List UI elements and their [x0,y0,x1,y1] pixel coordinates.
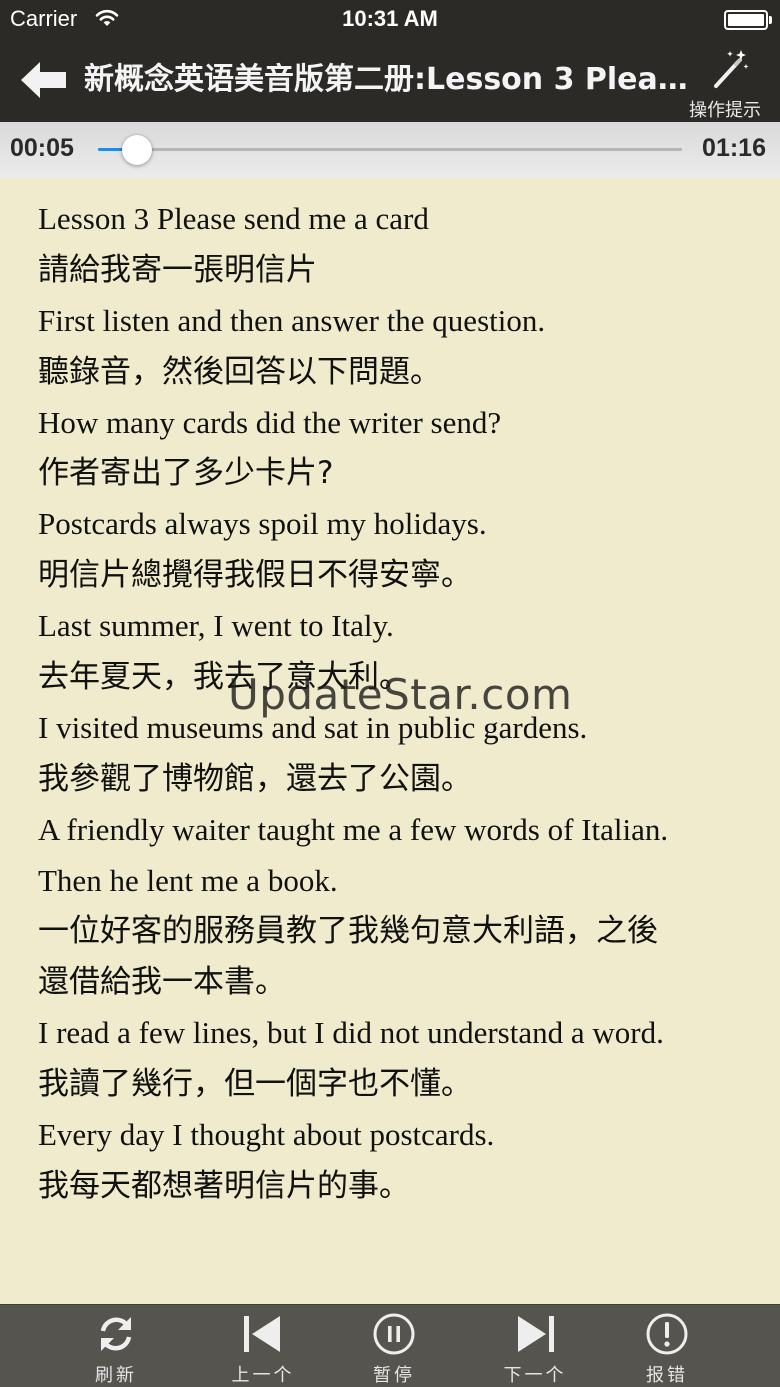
battery-tip [769,16,772,24]
english-line: Then he lent me a book. [38,862,338,898]
pause-button[interactable]: 暂停 [344,1309,444,1386]
player-bar: 00:05 01:16 [0,122,780,178]
english-line: Last summer, I went to Italy. [38,608,394,644]
slider-thumb[interactable] [121,135,152,165]
english-line: Every day I thought about postcards. [38,1117,495,1153]
tips-button[interactable]: 操作提示 [684,46,764,121]
previous-button[interactable]: 上一个 [213,1309,313,1386]
english-line: How many cards did the writer send? [38,404,502,440]
chinese-line: 我讀了幾行，但一個字也不懂。 [38,1066,472,1103]
pause-label: 暂停 [373,1365,415,1386]
chinese-line: 作者寄出了多少卡片? [38,455,334,492]
page-title: 新概念英语美音版第二册:Lesson 3 Please send me a ca… [84,62,696,97]
chinese-line: 聽錄音，然後回答以下問題。 [38,353,441,390]
back-button[interactable] [18,58,70,102]
english-line: A friendly waiter taught me a few words … [38,811,669,847]
status-time: 10:31 AM [342,6,438,31]
chinese-line: 我參觀了博物館，還去了公園。 [38,760,472,797]
navigation-bar: 新概念英语美音版第二册:Lesson 3 Please send me a ca… [0,40,780,122]
battery-icon [724,10,768,30]
english-line: Postcards always spoil my holidays. [38,506,487,542]
chinese-line: 我每天都想著明信片的事。 [38,1167,410,1204]
skip-next-icon [518,1316,554,1352]
report-label: 报错 [646,1365,688,1386]
exclamation-icon [646,1313,688,1355]
chinese-line: 一位好客的服務員教了我幾句意大利語，之後 [38,913,658,950]
english-line: First listen and then answer the questio… [38,302,546,338]
english-line: Lesson 3 Please send me a card [38,201,429,236]
back-arrow-icon [21,62,66,98]
refresh-label: 刷新 [95,1365,137,1386]
status-bar: Carrier 10:31 AM [0,0,780,40]
slider-track [98,148,682,151]
next-button[interactable]: 下一个 [485,1309,585,1386]
progress-slider[interactable] [98,132,682,168]
current-time: 00:05 [10,134,74,162]
next-label: 下一个 [503,1365,567,1386]
watermark: UpdateStar.com [228,670,573,719]
report-button[interactable]: 报错 [617,1309,717,1386]
bottom-toolbar: 刷新 上一个 暂停 下一个 报错 [0,1304,780,1387]
previous-label: 上一个 [231,1365,295,1386]
refresh-button[interactable]: 刷新 [66,1309,166,1386]
skip-previous-icon [244,1316,280,1352]
tips-label: 操作提示 [689,100,761,121]
total-time: 01:16 [702,134,766,162]
english-line: I read a few lines, but I did not unders… [38,1015,664,1051]
chinese-line: 明信片總攪得我假日不得安寧。 [38,557,472,594]
chinese-line: 還借給我一本書。 [38,964,286,1001]
magic-wand-icon [714,50,749,88]
pause-icon [373,1313,415,1355]
refresh-icon [100,1317,132,1351]
chinese-line: 請給我寄一張明信片 [38,251,317,288]
